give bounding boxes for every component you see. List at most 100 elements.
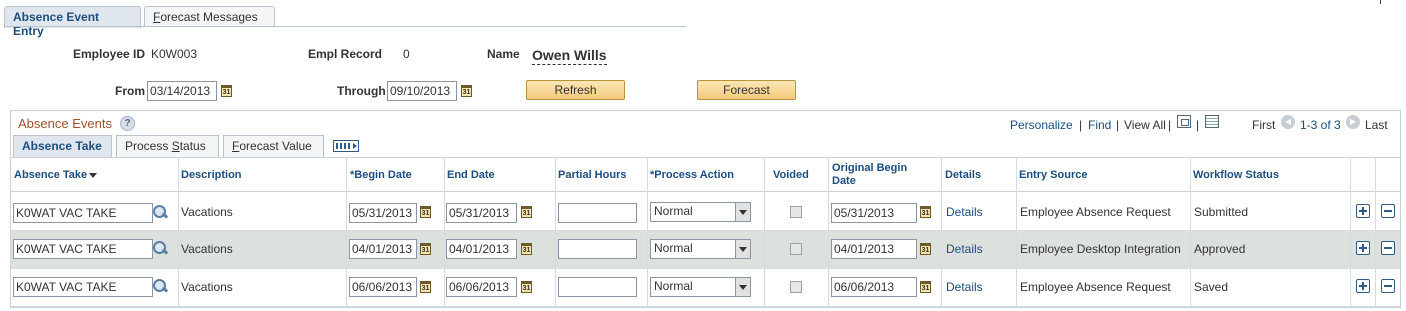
- grid-tab-label-part: tatus: [179, 139, 206, 153]
- personalize-link[interactable]: Personalize: [1010, 118, 1073, 132]
- process-action-select[interactable]: Normal: [650, 202, 751, 222]
- tab-absence-event-entry-label: Absence Event Entry: [13, 10, 100, 38]
- through-date-input[interactable]: [387, 81, 457, 101]
- description-cell: Vacations: [181, 205, 233, 219]
- process-action-select[interactable]: Normal: [650, 239, 751, 259]
- details-link[interactable]: Details: [946, 280, 983, 294]
- chevron-down-icon: [735, 203, 750, 221]
- calendar-icon[interactable]: 31: [920, 243, 931, 255]
- original-begin-date-input[interactable]: [831, 277, 917, 297]
- calendar-icon[interactable]: 31: [920, 281, 931, 293]
- col-header-description[interactable]: Description: [181, 169, 242, 182]
- lookup-icon[interactable]: [152, 240, 168, 256]
- add-row-button[interactable]: [1356, 241, 1370, 255]
- workflow-status-cell: Saved: [1194, 280, 1229, 294]
- empl-record-label: Empl Record: [308, 47, 383, 61]
- view-all-link[interactable]: View All: [1124, 118, 1166, 132]
- calendar-icon-glyph: 31: [462, 89, 471, 96]
- from-date-input[interactable]: [147, 81, 217, 101]
- voided-checkbox[interactable]: [790, 243, 802, 255]
- workflow-status-cell: Approved: [1194, 242, 1246, 256]
- col-header-original-begin-line2: Date: [832, 175, 856, 187]
- row-range: 1-3 of 3: [1300, 118, 1341, 132]
- entry-source-cell: Employee Absence Request: [1020, 205, 1171, 219]
- calendar-icon-glyph: 31: [222, 89, 231, 96]
- grid-tab-forecast-value[interactable]: Forecast Value: [223, 135, 324, 157]
- lookup-icon[interactable]: [152, 278, 168, 294]
- from-label: From: [115, 84, 145, 98]
- nav-separator: |: [1196, 118, 1200, 132]
- calendar-icon[interactable]: 31: [420, 281, 431, 293]
- end-date-input[interactable]: [446, 203, 517, 223]
- download-icon[interactable]: [1205, 115, 1219, 128]
- begin-date-input[interactable]: [349, 239, 417, 259]
- calendar-icon[interactable]: 31: [521, 243, 532, 255]
- col-header-voided[interactable]: Voided: [773, 169, 809, 182]
- tab-forecast-messages[interactable]: Forecast Messages: [144, 6, 275, 27]
- voided-checkbox[interactable]: [790, 206, 802, 218]
- process-action-select[interactable]: Normal: [650, 277, 751, 297]
- partial-hours-input[interactable]: [558, 277, 637, 297]
- refresh-button[interactable]: Refresh: [526, 80, 625, 100]
- absence-take-input[interactable]: [13, 203, 153, 223]
- col-header-workflow-status[interactable]: Workflow Status: [1193, 169, 1279, 182]
- add-row-button[interactable]: [1356, 279, 1370, 293]
- partial-hours-input[interactable]: [558, 203, 637, 223]
- calendar-icon[interactable]: 31: [521, 206, 532, 218]
- col-header-entry-source[interactable]: Entry Source: [1019, 169, 1087, 182]
- col-header-absence-take-label: Absence Take: [14, 169, 88, 181]
- details-link[interactable]: Details: [946, 205, 983, 219]
- tab-divider: [4, 26, 686, 27]
- partial-hours-input[interactable]: [558, 239, 637, 259]
- lookup-icon[interactable]: [152, 204, 168, 220]
- prev-arrow-icon: ◀: [1281, 115, 1295, 129]
- grid-tab-absence-take[interactable]: Absence Take: [13, 135, 112, 157]
- table-row: Vacations 31 31 Normal 31 Details Employ…: [11, 269, 1400, 307]
- zoom-icon[interactable]: [1177, 115, 1191, 128]
- col-header-end-date[interactable]: End Date: [447, 169, 495, 182]
- tab-forecast-messages-label: orecast Messages: [160, 10, 258, 24]
- delete-row-button[interactable]: [1381, 241, 1395, 255]
- delete-row-button[interactable]: [1381, 204, 1395, 218]
- employee-id-value: K0W003: [151, 47, 198, 61]
- sort-desc-icon: [89, 172, 98, 178]
- absence-take-input[interactable]: [13, 239, 153, 259]
- calendar-icon[interactable]: 31: [420, 243, 431, 255]
- column-divider: [1016, 157, 1017, 307]
- end-date-input[interactable]: [446, 239, 517, 259]
- col-header-begin-date[interactable]: *Begin Date: [350, 169, 412, 182]
- add-row-button[interactable]: [1356, 204, 1370, 218]
- details-link[interactable]: Details: [946, 242, 983, 256]
- employee-name[interactable]: Owen Wills: [532, 47, 607, 65]
- find-link[interactable]: Find: [1088, 118, 1111, 132]
- employee-id-label: Employee ID: [73, 47, 146, 61]
- entry-source-cell: Employee Desktop Integration: [1020, 242, 1181, 256]
- forecast-button[interactable]: Forecast: [697, 80, 796, 100]
- end-date-input[interactable]: [446, 277, 517, 297]
- column-divider: [346, 157, 347, 307]
- calendar-icon[interactable]: 31: [420, 206, 431, 218]
- absence-take-input[interactable]: [13, 277, 153, 297]
- col-header-partial-hours[interactable]: Partial Hours: [558, 169, 626, 182]
- calendar-icon[interactable]: 31: [521, 281, 532, 293]
- begin-date-input[interactable]: [349, 277, 417, 297]
- col-header-details[interactable]: Details: [945, 169, 981, 182]
- help-icon[interactable]: ?: [120, 116, 135, 131]
- nav-separator: |: [1079, 118, 1083, 132]
- begin-date-input[interactable]: [349, 203, 417, 223]
- original-begin-date-input[interactable]: [831, 239, 917, 259]
- col-header-absence-take[interactable]: Absence Take: [14, 169, 98, 182]
- col-header-original-begin-date[interactable]: Original Begin Date: [832, 162, 907, 188]
- original-begin-date-input[interactable]: [831, 203, 917, 223]
- tab-absence-event-entry[interactable]: Absence Event Entry: [4, 6, 141, 38]
- delete-row-button[interactable]: [1381, 279, 1395, 293]
- calendar-icon[interactable]: 31: [920, 206, 931, 218]
- show-all-columns-icon[interactable]: [333, 140, 359, 152]
- calendar-icon[interactable]: 31: [221, 85, 232, 97]
- col-header-process-action[interactable]: *Process Action: [650, 169, 734, 182]
- calendar-icon-glyph: 31: [421, 210, 430, 217]
- voided-checkbox[interactable]: [790, 281, 802, 293]
- process-action-value: Normal: [654, 204, 693, 218]
- calendar-icon[interactable]: 31: [461, 85, 472, 97]
- grid-tab-process-status[interactable]: Process Status: [116, 135, 219, 157]
